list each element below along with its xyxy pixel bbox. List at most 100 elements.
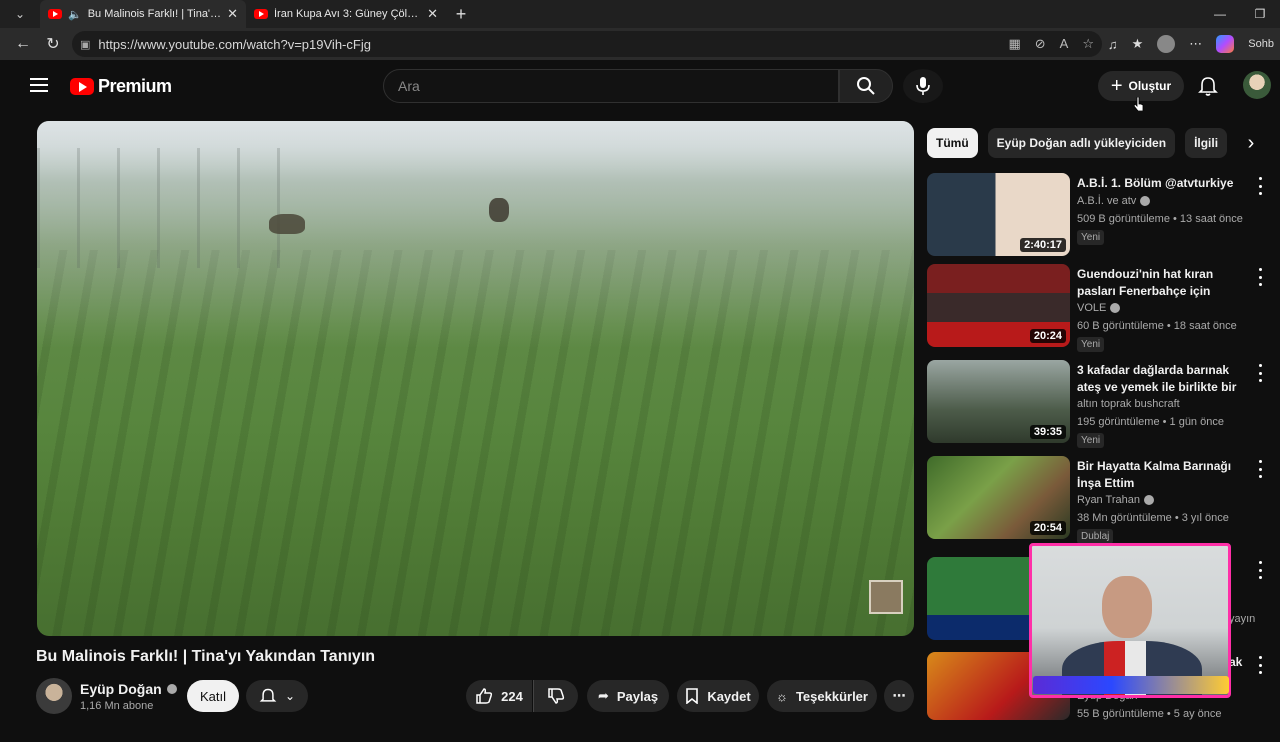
media-icon[interactable]: ♫ — [1108, 37, 1118, 52]
recommendation-meta: 38 Mn görüntüleme • 3 yıl önce — [1077, 512, 1229, 524]
recommendation-meta: 195 görüntüleme • 1 gün önce — [1077, 416, 1224, 428]
more-options-icon[interactable] — [1253, 460, 1267, 478]
chevron-right-icon[interactable]: › — [1236, 128, 1266, 158]
chip-from-uploader[interactable]: Eyüp Doğan adlı yükleyiciden — [987, 128, 1176, 158]
search-input[interactable]: Ara — [383, 69, 839, 103]
recommendation-channel[interactable]: A.B.İ. ve atv — [1077, 195, 1151, 207]
bell-icon — [259, 688, 277, 702]
tab-title: Bu Malinois Farklı! | Tina'yı Ya — [87, 8, 222, 20]
more-options-icon[interactable] — [1253, 364, 1267, 382]
search-button[interactable] — [839, 69, 893, 103]
sidebar-label[interactable]: Sohb — [1248, 38, 1274, 50]
recommendation-channel[interactable]: Ryan Trahan — [1077, 494, 1154, 506]
search-icon — [857, 77, 875, 95]
video-player[interactable] — [37, 121, 914, 636]
recommendation-title[interactable]: A.B.İ. 1. Bölüm @atvturkiye — [1077, 175, 1247, 192]
maximize-icon[interactable]: ❐ — [1240, 0, 1280, 28]
save-button[interactable]: Kaydet — [677, 680, 759, 712]
verified-icon — [1140, 196, 1151, 206]
share-button[interactable]: ➦ Paylaş — [587, 680, 669, 712]
subscription-bell-button[interactable]: ⌄ — [246, 680, 308, 712]
tab-inactive[interactable]: İran Kupa Avı 3: Güney Çöl Dağ Ke ✕ — [246, 0, 446, 28]
url-text: https://www.youtube.com/watch?v=p19Vih-c… — [98, 36, 371, 52]
chip-all[interactable]: Tümü — [927, 128, 978, 158]
video-thumbnail[interactable]: 20:24 — [927, 264, 1070, 347]
video-thumbnail[interactable]: 2:40:17 — [927, 173, 1070, 256]
tab-list-chevron-icon[interactable]: ⌄ — [0, 0, 40, 28]
minimize-icon[interactable]: — — [1200, 0, 1240, 28]
webcam-overlay — [1029, 543, 1231, 698]
recommendation-item[interactable]: 20:24 Guendouzi'nin hat kıran pasları Fe… — [927, 264, 1267, 354]
window-controls: — ❐ — [1200, 0, 1280, 28]
favorites-icon[interactable]: ★ — [1132, 36, 1144, 52]
read-aloud-icon[interactable]: A — [1060, 36, 1069, 52]
recommendation-title[interactable]: Guendouzi'nin hat kıran pasları Fenerbah… — [1077, 266, 1247, 300]
back-icon[interactable]: ← — [8, 35, 38, 53]
profile-icon[interactable] — [1157, 35, 1176, 53]
more-options-icon[interactable] — [1253, 561, 1267, 579]
more-options-icon[interactable] — [1253, 268, 1267, 286]
youtube-logo[interactable]: Premium — [70, 76, 172, 97]
tracking-prevention-icon[interactable]: ⊘ — [1035, 36, 1046, 52]
close-icon[interactable]: ✕ — [427, 6, 438, 22]
duration-badge: 20:54 — [1029, 521, 1066, 535]
chip-related[interactable]: İlgili — [1185, 128, 1228, 158]
microphone-icon — [916, 77, 930, 95]
account-avatar[interactable] — [1243, 71, 1271, 99]
recommendation-item[interactable]: 20:54 Bir Hayatta Kalma Barınağı İnşa Et… — [927, 456, 1267, 546]
app-icon[interactable]: ▦ — [1008, 36, 1020, 52]
recommendation-item[interactable]: 39:35 3 kafadar dağlarda barınak ateş ve… — [927, 360, 1267, 450]
new-tab-icon[interactable]: + — [446, 4, 476, 25]
recommendation-title[interactable]: Bir Hayatta Kalma Barınağı İnşa Ettim — [1077, 458, 1247, 492]
thanks-label: Teşekkürler — [795, 688, 868, 704]
video-thumbnail[interactable]: 39:35 — [927, 360, 1070, 443]
tab-active[interactable]: 🔈 Bu Malinois Farklı! | Tina'yı Ya ✕ — [40, 0, 246, 28]
copilot-icon[interactable] — [1216, 35, 1235, 53]
recommendation-channel[interactable]: VOLE — [1077, 302, 1121, 314]
channel-name[interactable]: Eyüp Doğan — [80, 681, 177, 697]
join-button[interactable]: Katıl — [187, 680, 239, 712]
address-bar: ← ↻ ▣ https://www.youtube.com/watch?v=p1… — [0, 28, 1280, 60]
recommendation-title[interactable]: 3 kafadar dağlarda barınak ateş ve yemek… — [1077, 362, 1247, 396]
search-placeholder: Ara — [398, 78, 420, 94]
mouse-cursor-icon — [1134, 97, 1144, 111]
more-options-icon[interactable] — [1253, 656, 1267, 674]
bookmark-icon — [686, 688, 699, 704]
url-actions: ▦ ⊘ A ☆ — [1008, 36, 1094, 52]
speaker-icon[interactable]: 🔈 — [68, 8, 82, 21]
chevron-down-icon: ⌄ — [284, 689, 296, 703]
more-options-icon[interactable] — [1253, 177, 1267, 195]
recommendation-channel[interactable]: altın toprak bushcraft — [1077, 398, 1180, 410]
favorite-star-icon[interactable]: ☆ — [1082, 36, 1094, 52]
reload-icon[interactable]: ↻ — [38, 34, 68, 54]
youtube-header: Premium Ara + Oluştur — [0, 60, 1280, 114]
channel-text: altın toprak bushcraft — [1077, 398, 1180, 410]
more-actions-icon[interactable]: ⋯ — [884, 680, 914, 712]
recommendation-title[interactable]: ak — [1229, 654, 1249, 671]
dislike-button[interactable] — [533, 680, 578, 712]
streamer-head — [1102, 576, 1152, 638]
verified-icon — [1110, 303, 1121, 313]
close-icon[interactable]: ✕ — [227, 6, 238, 22]
menu-icon[interactable] — [30, 78, 48, 92]
subscriber-count: 1,16 Mn abone — [80, 700, 154, 712]
recommendation-meta: 60 B görüntüleme • 18 saat önce — [1077, 320, 1237, 332]
youtube-play-icon — [70, 78, 94, 95]
share-icon: ➦ — [597, 688, 609, 703]
filter-chips: Tümü Eyüp Doğan adlı yükleyiciden İlgili — [927, 128, 1228, 158]
like-button[interactable]: 224 — [466, 680, 532, 712]
youtube-favicon-icon — [48, 9, 62, 19]
channel-avatar[interactable] — [36, 678, 72, 714]
dubbed-badge: Dublaj — [1077, 529, 1114, 544]
voice-search-button[interactable] — [903, 69, 943, 103]
more-icon[interactable]: ⋯ — [1189, 36, 1202, 52]
notifications-bell-icon[interactable] — [1197, 75, 1219, 97]
recommendation-meta: 55 B görüntüleme • 5 ay önce — [1077, 708, 1222, 720]
site-info-icon[interactable]: ▣ — [80, 38, 90, 51]
recommendation-item[interactable]: 2:40:17 A.B.İ. 1. Bölüm @atvturkiye A.B.… — [927, 173, 1267, 263]
channel-text: VOLE — [1077, 302, 1107, 314]
channel-watermark[interactable] — [869, 580, 903, 614]
thanks-button[interactable]: ☼ Teşekkürler — [767, 680, 877, 712]
video-thumbnail[interactable]: 20:54 — [927, 456, 1070, 539]
url-field[interactable]: ▣ https://www.youtube.com/watch?v=p19Vih… — [72, 31, 1102, 57]
